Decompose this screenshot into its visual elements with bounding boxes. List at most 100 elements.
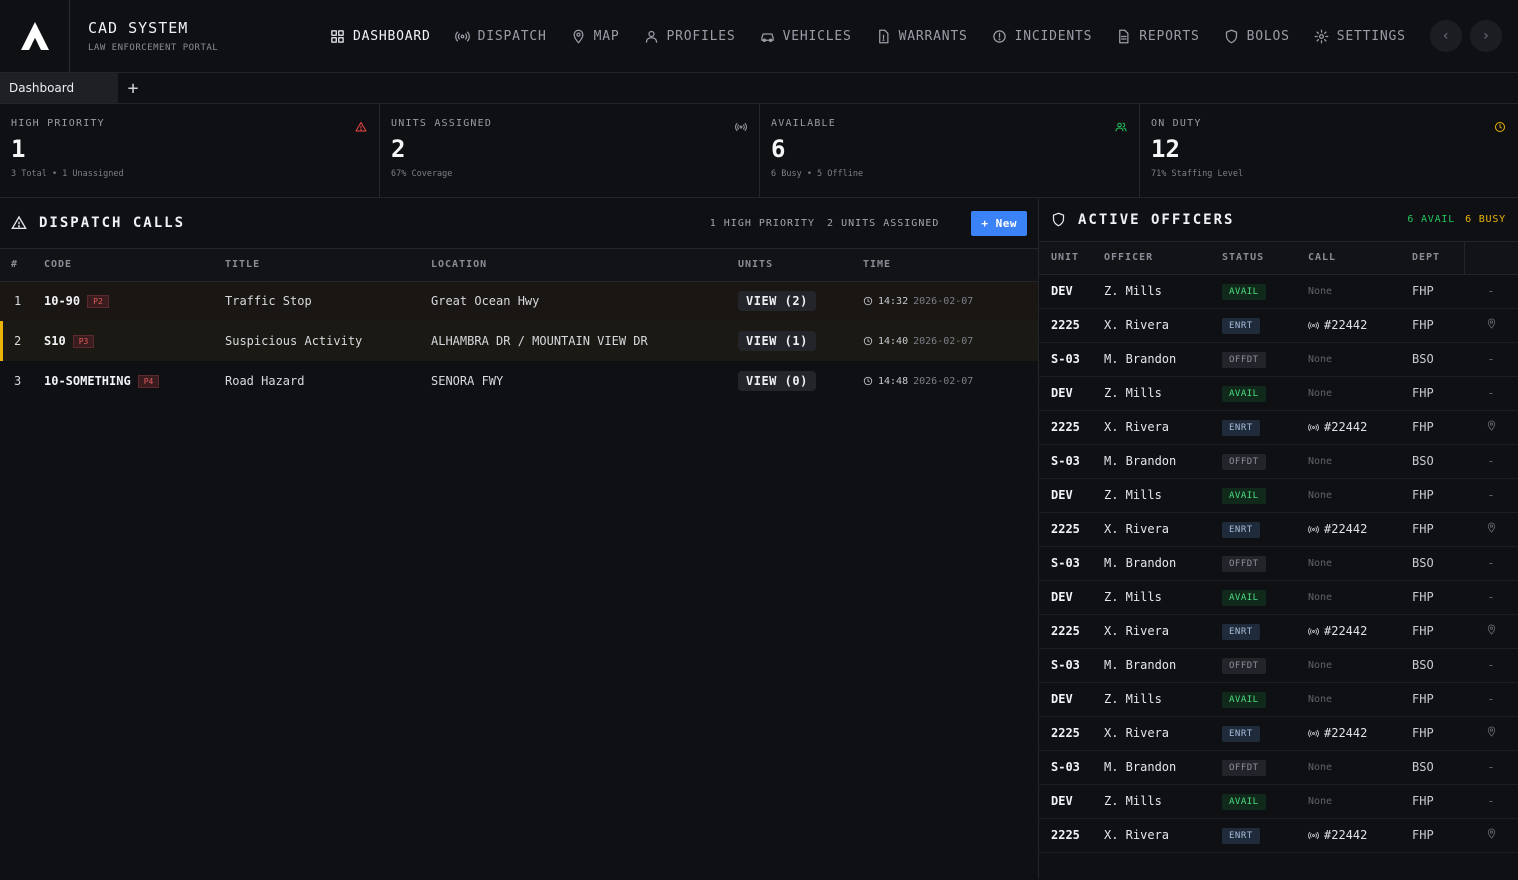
col-dept[interactable]: DEPT (1412, 242, 1464, 275)
chevron-right-icon[interactable]: › (1469, 20, 1502, 52)
officer-call[interactable]: #22442 (1324, 828, 1367, 842)
stat-value: 6 (771, 135, 786, 163)
map-pin-icon[interactable] (1486, 624, 1497, 635)
nav-vehicles[interactable]: VEHICLES (760, 29, 852, 44)
tab-dashboard[interactable]: Dashboard (0, 73, 118, 103)
document-icon (1119, 29, 1129, 43)
officer-call: None (1308, 795, 1333, 807)
officer-call[interactable]: #22442 (1324, 624, 1367, 638)
map-pin-icon[interactable] (1486, 318, 1497, 329)
table-row[interactable]: 2225 X. Rivera ENRT #22442 FHP (1039, 308, 1518, 343)
col-units[interactable]: UNITS (738, 249, 863, 282)
officer-call[interactable]: #22442 (1324, 318, 1367, 332)
table-row[interactable]: DEV Z. Mills AVAIL None FHP - (1039, 376, 1518, 411)
table-row[interactable]: S-03 M. Brandon OFFDT None BSO - (1039, 750, 1518, 785)
col-officer[interactable]: OFFICER (1104, 242, 1222, 275)
call-location: Great Ocean Hwy (431, 281, 738, 321)
officer-call[interactable]: #22442 (1324, 420, 1367, 434)
call-date: 2026-02-07 (913, 335, 974, 347)
chevron-left-icon[interactable]: ‹ (1429, 20, 1462, 52)
high-priority-count: 1 HIGH PRIORITY (709, 217, 816, 229)
officer-dept: BSO (1412, 648, 1464, 683)
col-time[interactable]: TIME (863, 249, 1038, 282)
map-pin-icon[interactable] (1486, 522, 1497, 533)
officer-unit: DEV (1039, 478, 1104, 513)
nav-reports[interactable]: REPORTS (1116, 29, 1199, 44)
officer-name: M. Brandon (1104, 648, 1222, 683)
table-row[interactable]: 2 S10 P3 Suspicious Activity ALHAMBRA DR … (0, 321, 1038, 361)
warning-icon (355, 122, 367, 132)
officer-dept: FHP (1412, 308, 1464, 343)
table-row[interactable]: 3 10-SOMETHING P4 Road Hazard SENORA FWY … (0, 361, 1038, 401)
col-location[interactable]: LOCATION (431, 249, 738, 282)
logo-icon[interactable] (0, 0, 70, 73)
add-tab-button[interactable]: + (118, 73, 148, 103)
view-units-button[interactable]: VIEW (2) (738, 291, 816, 312)
table-row[interactable]: DEV Z. Mills AVAIL None FHP - (1039, 784, 1518, 819)
new-call-button[interactable]: + New (971, 210, 1027, 236)
brand: CAD SYSTEM LAW ENFORCEMENT PORTAL (0, 0, 236, 73)
officer-call[interactable]: #22442 (1324, 522, 1367, 536)
table-row[interactable]: 2225 X. Rivera ENRT #22442 FHP (1039, 512, 1518, 547)
call-title: Suspicious Activity (225, 321, 431, 361)
main-nav: DASHBOARD DISPATCH MAP PROFILES VEHICLES WARR… (330, 29, 1430, 44)
map-pin-icon[interactable] (1486, 726, 1497, 737)
map-pin-icon[interactable] (1486, 420, 1497, 431)
table-row[interactable]: 2225 X. Rivera ENRT #22442 FHP (1039, 818, 1518, 853)
view-units-button[interactable]: VIEW (0) (738, 371, 816, 391)
officer-unit: DEV (1039, 580, 1104, 615)
officer-dept: FHP (1412, 716, 1464, 751)
officer-dept: BSO (1412, 750, 1464, 785)
officer-dept: FHP (1412, 274, 1464, 309)
officer-call: None (1308, 387, 1333, 399)
nav-settings[interactable]: SETTINGS (1314, 29, 1406, 44)
nav-warrants[interactable]: WARRANTS (876, 29, 968, 44)
nav-profiles[interactable]: PROFILES (644, 29, 736, 44)
col-status[interactable]: STATUS (1222, 242, 1308, 275)
nav-dashboard[interactable]: DASHBOARD (330, 29, 431, 44)
map-pin-icon[interactable] (1486, 828, 1497, 839)
nav-label: VEHICLES (782, 28, 852, 44)
file-alert-icon (878, 29, 889, 43)
no-action: - (1487, 352, 1495, 366)
col-code[interactable]: CODE (44, 249, 225, 282)
officer-dept: FHP (1412, 512, 1464, 547)
call-location: SENORA FWY (431, 374, 504, 388)
col-unit[interactable]: UNIT (1039, 242, 1104, 275)
officer-name: X. Rivera (1104, 308, 1222, 343)
no-action: - (1487, 386, 1495, 400)
table-row[interactable]: 2225 X. Rivera ENRT #22442 FHP (1039, 614, 1518, 649)
table-row[interactable]: 2225 X. Rivera ENRT #22442 FHP (1039, 716, 1518, 751)
officer-call[interactable]: #22442 (1324, 726, 1367, 740)
table-row[interactable]: S-03 M. Brandon OFFDT None BSO - (1039, 444, 1518, 479)
officer-unit: 2225 (1039, 512, 1104, 547)
nav-map[interactable]: MAP (571, 29, 620, 44)
officer-name: Z. Mills (1104, 580, 1222, 615)
table-row[interactable]: 2225 X. Rivera ENRT #22442 FHP (1039, 410, 1518, 445)
table-row[interactable]: S-03 M. Brandon OFFDT None BSO - (1039, 342, 1518, 377)
table-row[interactable]: 1 10-90 P2 Traffic Stop Great Ocean Hwy V… (0, 281, 1038, 321)
nav-label: PROFILES (666, 28, 736, 44)
view-units-button[interactable]: VIEW (1) (738, 331, 816, 351)
table-row[interactable]: DEV Z. Mills AVAIL None FHP - (1039, 274, 1518, 309)
table-row[interactable]: DEV Z. Mills AVAIL None FHP - (1039, 580, 1518, 615)
officer-name: Z. Mills (1104, 784, 1222, 819)
col-call[interactable]: CALL (1308, 242, 1412, 275)
officer-unit: DEV (1039, 274, 1104, 309)
col-title[interactable]: TITLE (225, 249, 431, 282)
radio-icon (1308, 525, 1319, 533)
no-action: - (1487, 556, 1495, 570)
officer-unit: 2225 (1039, 614, 1104, 649)
nav-dispatch[interactable]: DISPATCH (454, 29, 547, 44)
officer-name: X. Rivera (1104, 614, 1222, 649)
radio-icon (735, 123, 747, 131)
officer-call: None (1308, 557, 1333, 569)
table-row[interactable]: S-03 M. Brandon OFFDT None BSO - (1039, 546, 1518, 581)
nav-bolos[interactable]: BOLOS (1224, 29, 1290, 44)
nav-incidents[interactable]: INCIDENTS (992, 29, 1093, 44)
table-row[interactable]: S-03 M. Brandon OFFDT None BSO - (1039, 648, 1518, 683)
stat-card-units-assigned: UNITS ASSIGNED 2 67% Coverage (380, 104, 760, 197)
officer-unit: DEV (1039, 376, 1104, 411)
table-row[interactable]: DEV Z. Mills AVAIL None FHP - (1039, 478, 1518, 513)
table-row[interactable]: DEV Z. Mills AVAIL None FHP - (1039, 682, 1518, 717)
